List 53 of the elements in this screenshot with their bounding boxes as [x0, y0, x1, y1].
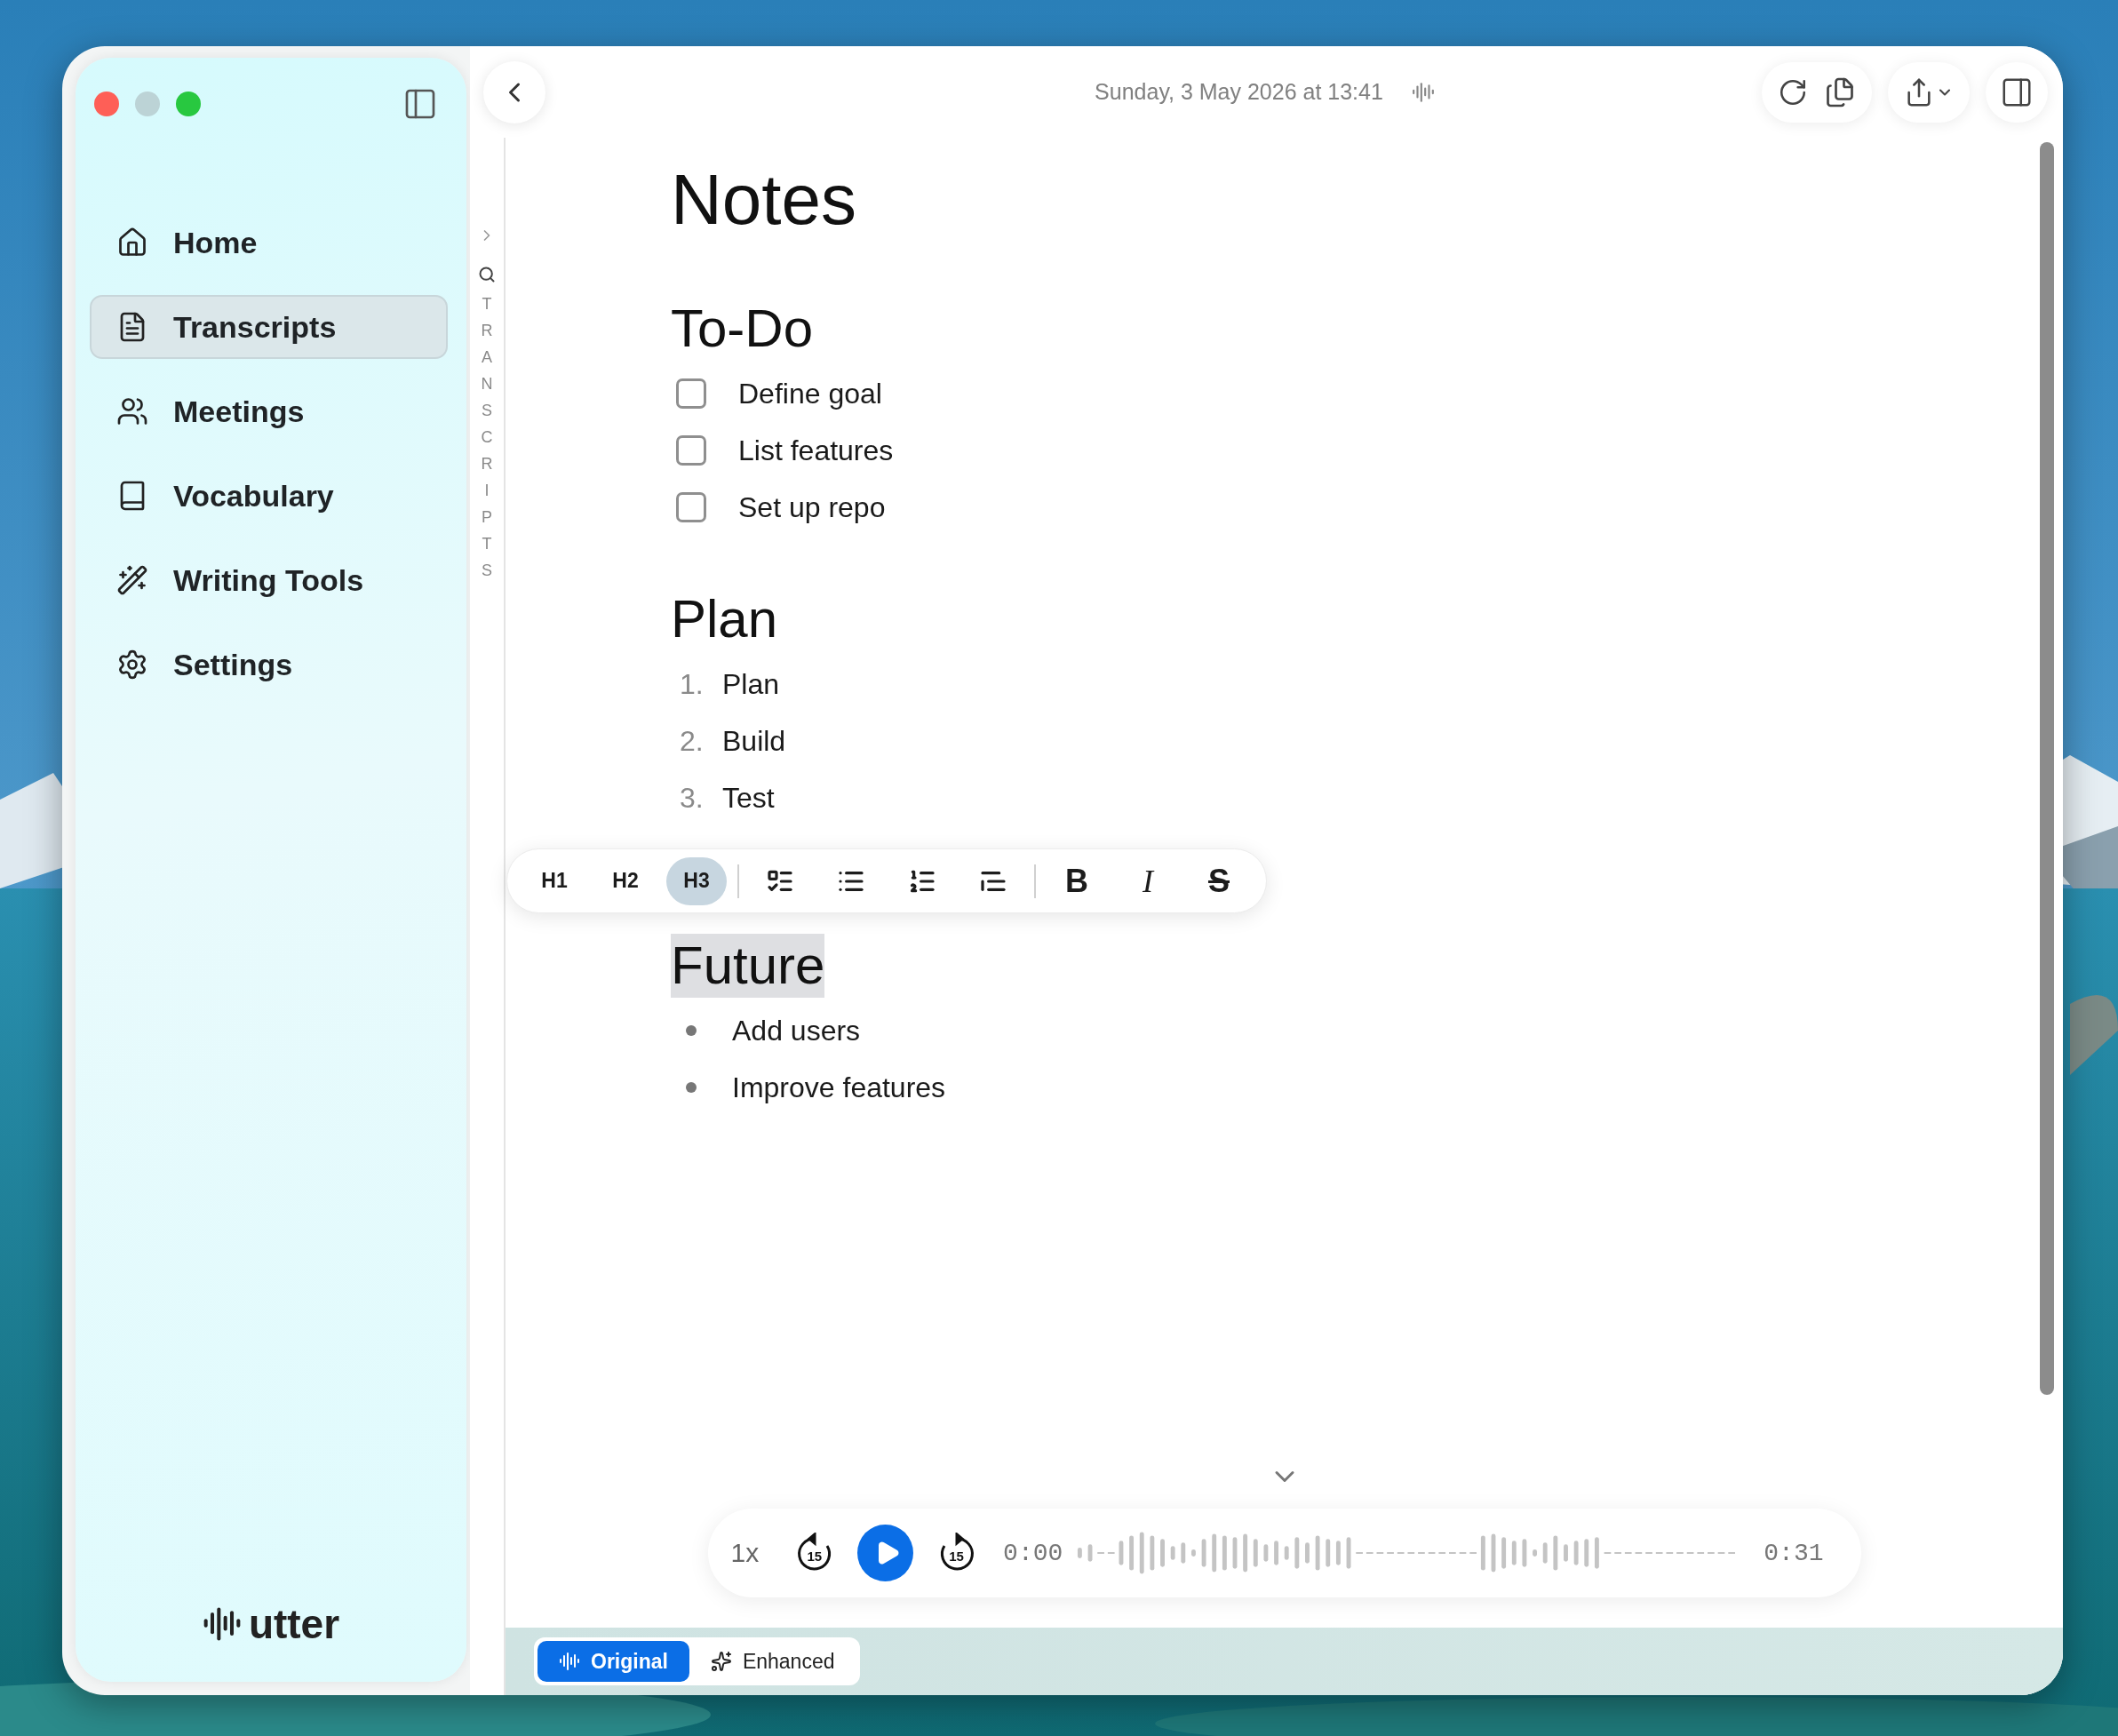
copy-button[interactable]	[1824, 76, 1856, 108]
heading-button[interactable]: H1	[524, 856, 585, 905]
index-label: TRANSCRIPTS	[481, 294, 493, 581]
close-button[interactable]	[94, 92, 119, 116]
search-icon[interactable]	[478, 266, 496, 283]
list-item-text: Plan	[722, 667, 780, 701]
sidebar-item[interactable]: Home	[90, 211, 448, 275]
checkbox[interactable]	[676, 492, 706, 522]
bullet-icon	[686, 1082, 697, 1093]
waveform-icon	[1411, 80, 1435, 104]
people-icon	[116, 395, 148, 427]
scrollbar[interactable]	[2040, 142, 2054, 1395]
section-heading: Future	[671, 934, 825, 998]
skip-back-button[interactable]: 15	[794, 1533, 835, 1573]
sidebar-item[interactable]: Transcripts	[90, 295, 448, 359]
strike-button[interactable]: S	[1189, 856, 1249, 905]
document-title: Notes	[671, 159, 857, 241]
list-item-text: List features	[738, 434, 894, 467]
list-item-text: Set up repo	[738, 490, 886, 524]
list-item-text: Add users	[732, 1014, 861, 1047]
list-number: 1.	[679, 667, 705, 701]
list-item-text: Improve features	[732, 1071, 946, 1104]
italic-button[interactable]: I	[1118, 856, 1178, 905]
bullet-icon	[686, 1025, 697, 1036]
sidebar-item[interactable]: Meetings	[90, 379, 448, 443]
list-item-text: Define goal	[738, 377, 882, 410]
sidebar-item[interactable]: Vocabulary	[90, 464, 448, 528]
view-tab[interactable]: Enhanced	[689, 1641, 856, 1682]
section-heading: To-Do	[671, 298, 814, 360]
checkbox[interactable]	[676, 378, 706, 409]
duration-time: 0:31	[1764, 1539, 1824, 1567]
sidebar-item[interactable]: Writing Tools	[90, 548, 448, 612]
skip-forward-button[interactable]: 15	[936, 1533, 977, 1573]
sidebar-item[interactable]: Settings	[90, 633, 448, 697]
section-heading: Plan	[671, 588, 778, 650]
heading-button[interactable]: H3	[666, 856, 727, 905]
list-item-text: Build	[722, 724, 786, 758]
elapsed-time: 0:00	[1003, 1539, 1063, 1567]
list-number: 2.	[679, 724, 705, 758]
list-number: 3.	[679, 781, 705, 815]
sparkle-icon	[710, 1651, 732, 1672]
speed-button[interactable]: 1x	[730, 1538, 760, 1568]
magic-wand-icon	[116, 564, 148, 596]
heading-button[interactable]: H2	[595, 856, 656, 905]
view-tab[interactable]: Original	[537, 1641, 689, 1682]
brand-logo: utter	[248, 1600, 340, 1648]
bold-button[interactable]: B	[1047, 856, 1107, 905]
waveform-icon	[559, 1651, 580, 1672]
list-item-text: Test	[722, 781, 775, 815]
checkbox[interactable]	[676, 435, 706, 466]
settings-icon	[116, 649, 148, 681]
home-icon	[116, 227, 148, 259]
date-label: Sunday, 3 May 2026 at 13:41	[1095, 79, 1383, 105]
